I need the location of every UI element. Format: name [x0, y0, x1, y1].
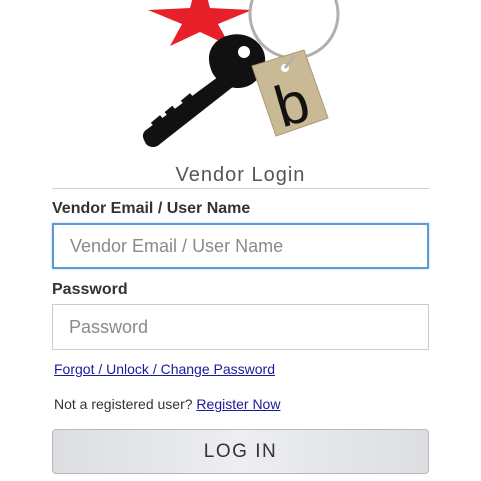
register-prompt: Not a registered user?	[54, 396, 193, 412]
key-ring-icon	[248, 0, 340, 60]
forgot-password-link[interactable]: Forgot / Unlock / Change Password	[54, 361, 275, 377]
email-field[interactable]	[52, 223, 429, 269]
key-logo-icon: b	[142, 0, 340, 147]
register-line: Not a registered user? Register Now	[54, 396, 280, 412]
tag-icon: b	[251, 49, 329, 140]
title-divider	[52, 188, 429, 189]
page-title: Vendor Login	[175, 164, 306, 186]
email-label: Vendor Email / User Name	[52, 200, 251, 217]
register-now-link[interactable]: Register Now	[196, 396, 280, 412]
key-hole-icon	[238, 46, 250, 58]
log-in-button[interactable]: LOG IN	[52, 429, 429, 474]
password-field[interactable]	[52, 304, 429, 350]
vendor-login-page: b Vendor Login Vendor Email / User Name …	[0, 0, 481, 481]
password-label: Password	[52, 281, 128, 298]
